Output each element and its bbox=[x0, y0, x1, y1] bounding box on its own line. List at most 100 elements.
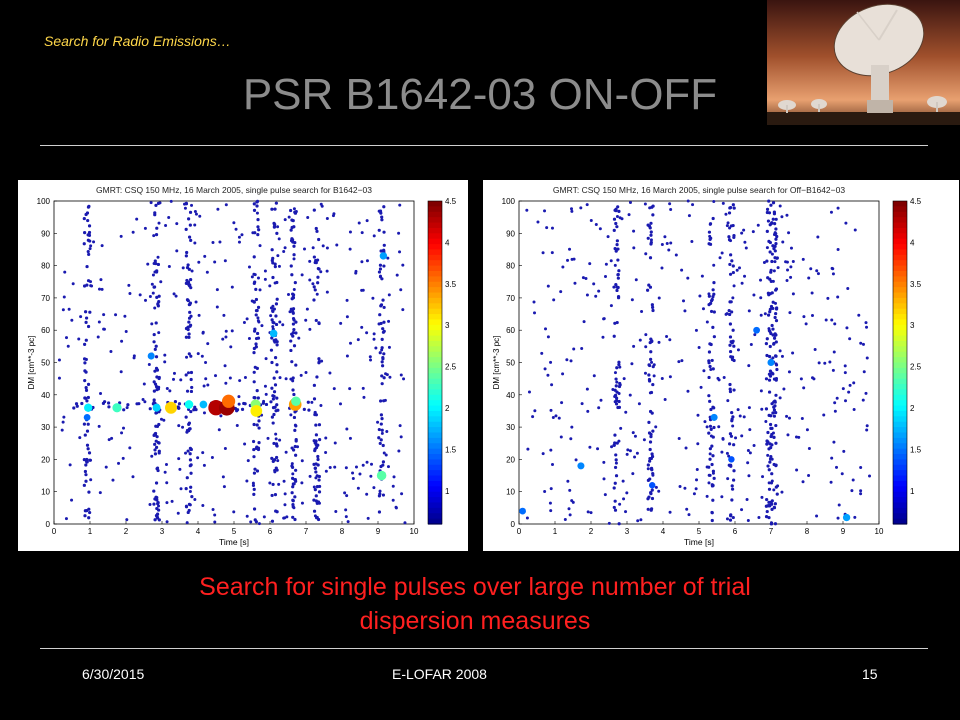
scatter-point bbox=[644, 345, 648, 349]
scatter-point bbox=[544, 327, 548, 331]
colorbar-segment bbox=[893, 384, 907, 391]
scatter-point bbox=[685, 507, 689, 511]
scatter-point bbox=[674, 253, 678, 257]
scatter-point bbox=[256, 336, 261, 340]
scatter-point bbox=[137, 402, 141, 406]
scatter-point bbox=[377, 427, 381, 432]
scatter-point bbox=[365, 331, 369, 335]
scatter-point bbox=[731, 515, 735, 520]
scatter-point bbox=[153, 213, 157, 217]
scatter-point bbox=[770, 499, 774, 503]
scatter-point bbox=[292, 415, 297, 420]
scatter-point bbox=[668, 375, 672, 379]
scatter-point bbox=[289, 339, 293, 343]
scatter-point bbox=[646, 236, 650, 240]
x-tick-label: 1 bbox=[553, 527, 558, 536]
scatter-point bbox=[164, 463, 168, 467]
scatter-point bbox=[549, 509, 553, 513]
scatter-point bbox=[193, 241, 197, 245]
scatter-point bbox=[774, 319, 779, 323]
scatter-point bbox=[270, 318, 274, 322]
scatter-point bbox=[852, 408, 856, 412]
scatter-point bbox=[708, 452, 712, 456]
scatter-point bbox=[740, 508, 744, 512]
scatter-point bbox=[306, 400, 310, 404]
scatter-point bbox=[778, 349, 782, 353]
scatter-point bbox=[293, 428, 297, 432]
colorbar-segment bbox=[893, 507, 907, 514]
highlight-point bbox=[199, 400, 208, 409]
scatter-point bbox=[707, 359, 711, 363]
scatter-point bbox=[294, 331, 298, 335]
scatter-point bbox=[274, 302, 279, 306]
y-tick-label: 70 bbox=[506, 294, 515, 303]
x-tick-label: 1 bbox=[88, 527, 93, 536]
scatter-point bbox=[780, 354, 784, 358]
scatter-point bbox=[760, 407, 764, 411]
scatter-point bbox=[282, 479, 286, 483]
scatter-point bbox=[242, 320, 246, 324]
scatter-point bbox=[243, 375, 247, 379]
scatter-point bbox=[300, 459, 304, 463]
scatter-point bbox=[165, 501, 169, 505]
scatter-point bbox=[157, 508, 161, 512]
scatter-point bbox=[711, 405, 715, 409]
scatter-point bbox=[185, 476, 189, 480]
scatter-point bbox=[550, 383, 554, 387]
scatter-point bbox=[841, 387, 845, 391]
scatter-point bbox=[325, 290, 329, 294]
colorbar-segment bbox=[428, 281, 442, 288]
scatter-point bbox=[630, 298, 634, 302]
scatter-point bbox=[711, 288, 715, 292]
scatter-point bbox=[189, 277, 193, 282]
colorbar-segment bbox=[893, 497, 907, 504]
scatter-point bbox=[273, 265, 277, 269]
scatter-point bbox=[365, 492, 369, 496]
scatter-point bbox=[773, 502, 777, 506]
scatter-point bbox=[308, 278, 312, 282]
scatter-point bbox=[609, 304, 613, 308]
scatter-point bbox=[184, 451, 188, 455]
x-tick-label: 10 bbox=[410, 527, 419, 536]
scatter-point bbox=[752, 444, 756, 448]
scatter-point bbox=[833, 401, 837, 405]
scatter-point bbox=[85, 429, 90, 433]
scatter-point bbox=[268, 284, 272, 288]
scatter-point bbox=[617, 384, 622, 389]
y-tick-label: 50 bbox=[506, 359, 515, 368]
scatter-point bbox=[365, 460, 369, 464]
scatter-point bbox=[842, 449, 846, 453]
scatter-point bbox=[184, 254, 188, 258]
scatter-point bbox=[150, 282, 154, 286]
scatter-point bbox=[148, 502, 152, 506]
scatter-point bbox=[721, 201, 725, 205]
scatter-point bbox=[728, 349, 733, 354]
scatter-point bbox=[372, 234, 376, 238]
colorbar-tick-label: 2.5 bbox=[445, 363, 457, 372]
scatter-point bbox=[153, 306, 157, 310]
scatter-point bbox=[695, 478, 699, 482]
scatter-point bbox=[769, 203, 773, 207]
highlight-point bbox=[165, 401, 177, 414]
scatter-point bbox=[612, 228, 616, 233]
scatter-point bbox=[317, 237, 321, 242]
scatter-point bbox=[709, 427, 713, 431]
scatter-point bbox=[294, 453, 298, 457]
scatter-point bbox=[72, 406, 76, 410]
scatter-point bbox=[185, 521, 189, 525]
scatter-point bbox=[400, 492, 404, 496]
colorbar-segment bbox=[893, 351, 907, 358]
scatter-point bbox=[772, 488, 776, 492]
scatter-point bbox=[836, 295, 840, 299]
scatter-point bbox=[619, 426, 623, 430]
scatter-point bbox=[109, 349, 113, 353]
scatter-point bbox=[552, 298, 556, 302]
scatter-point bbox=[380, 428, 384, 432]
scatter-point bbox=[724, 212, 728, 216]
scatter-point bbox=[104, 465, 108, 469]
scatter-point bbox=[201, 504, 205, 508]
scatter-point bbox=[368, 355, 372, 359]
scatter-point bbox=[273, 493, 278, 497]
scatter-point bbox=[277, 264, 281, 268]
scatter-point bbox=[711, 469, 715, 473]
